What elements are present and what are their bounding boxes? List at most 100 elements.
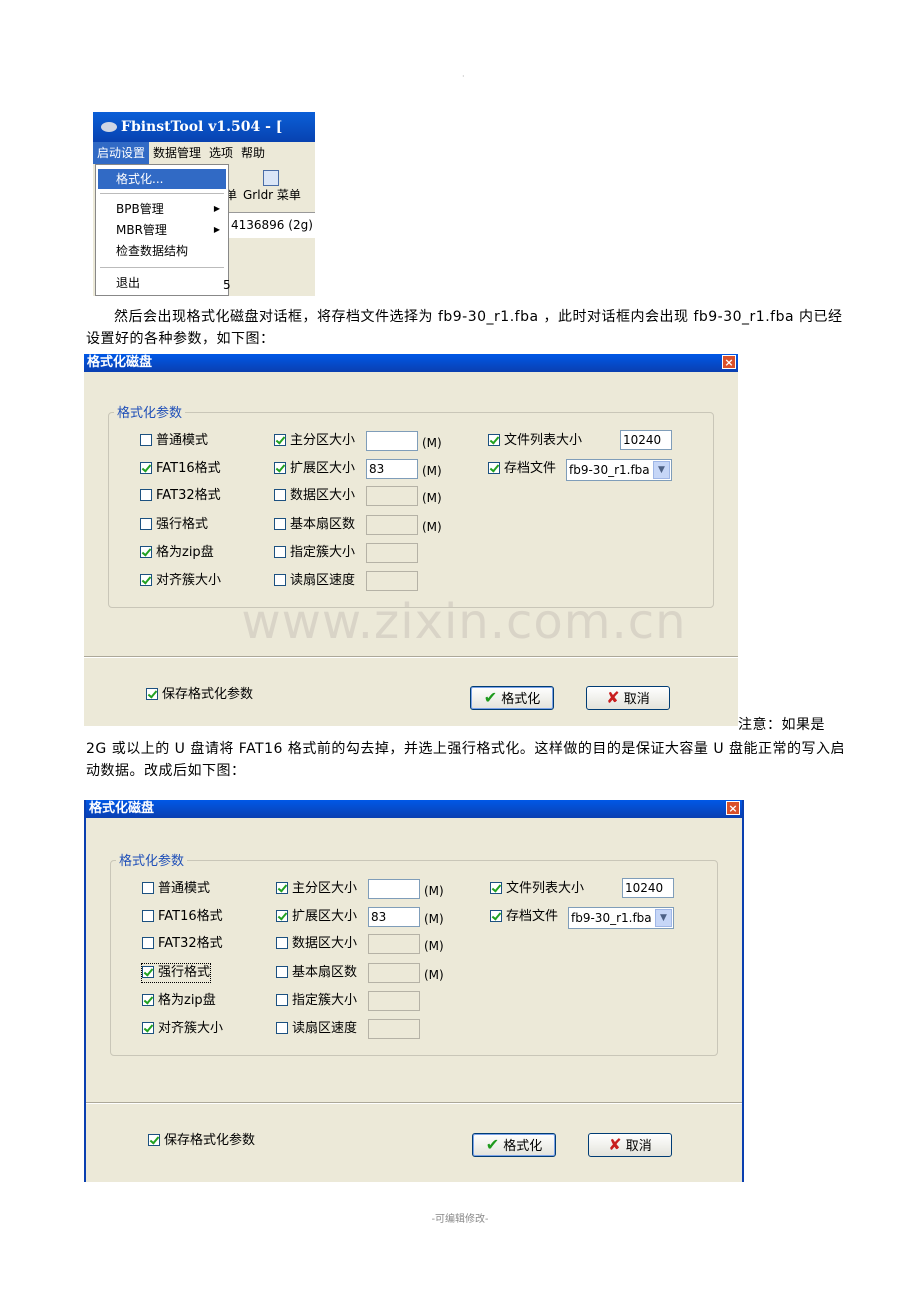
data-size-checkbox[interactable]: 数据区大小 <box>274 487 355 505</box>
cluster-size-checkbox[interactable]: 指定簇大小 <box>274 544 355 562</box>
primary-size-input[interactable] <box>368 879 420 899</box>
force-format-checkbox[interactable]: 强行格式 <box>140 516 208 534</box>
base-sectors-checkbox[interactable]: 基本扇区数 <box>274 516 355 534</box>
option-label: FAT32格式 <box>158 936 223 951</box>
file-list-size-checkbox[interactable]: 文件列表大小 <box>490 880 584 898</box>
cancel-button[interactable]: ✘ 取消 <box>588 1133 672 1157</box>
file-list-size-input[interactable]: 10240 <box>622 878 674 898</box>
archive-file-checkbox[interactable]: 存档文件 <box>490 908 558 926</box>
primary-size-input[interactable] <box>366 431 418 451</box>
close-icon[interactable]: × <box>726 801 740 815</box>
disk-icon <box>101 122 117 132</box>
format-button[interactable]: ✔ 格式化 <box>472 1133 556 1157</box>
menu-item-mbr-label: MBR管理 <box>116 223 167 237</box>
fat16-checkbox[interactable]: FAT16格式 <box>142 908 223 926</box>
checkbox-icon <box>276 1021 288 1034</box>
grldr-menu-button[interactable]: Grldr 菜单 <box>243 186 301 203</box>
save-params-checkbox[interactable]: 保存格式化参数 <box>146 686 253 704</box>
zip-disk-checkbox[interactable]: 格为zip盘 <box>142 992 216 1010</box>
option-label: 扩展区大小 <box>292 909 358 924</box>
fat32-checkbox[interactable]: FAT32格式 <box>142 935 223 953</box>
cancel-button[interactable]: ✘ 取消 <box>586 686 670 710</box>
save-params-checkbox[interactable]: 保存格式化参数 <box>148 1132 255 1150</box>
menu-data-management[interactable]: 数据管理 <box>149 142 205 164</box>
menu-boot-settings[interactable]: 启动设置 <box>93 142 150 164</box>
menubar: 启动设置 数据管理 选项 帮助 <box>93 142 315 164</box>
unit-label: (M) <box>422 520 442 534</box>
format-button-label: 格式化 <box>503 1139 543 1154</box>
cluster-size-checkbox[interactable]: 指定簇大小 <box>276 992 357 1010</box>
option-label: 普通模式 <box>156 433 209 448</box>
cancel-button-label: 取消 <box>623 692 650 707</box>
menu-help[interactable]: 帮助 <box>237 142 269 164</box>
menu-item-mbr[interactable]: MBR管理 ▶ <box>98 220 226 240</box>
unit-label: (M) <box>424 968 444 982</box>
fat32-checkbox[interactable]: FAT32格式 <box>140 487 221 505</box>
option-label: 对齐簇大小 <box>158 1021 224 1036</box>
option-label: 存档文件 <box>504 461 557 476</box>
close-icon[interactable]: × <box>722 355 736 369</box>
option-label: 格为zip盘 <box>158 993 216 1008</box>
force-format-checkbox[interactable]: 强行格式 <box>140 963 212 983</box>
align-cluster-checkbox[interactable]: 对齐簇大小 <box>140 572 221 590</box>
chevron-down-icon[interactable]: ▼ <box>653 461 670 479</box>
archive-file-checkbox[interactable]: 存档文件 <box>488 460 556 478</box>
file-list-size-input[interactable]: 10240 <box>620 430 672 450</box>
read-speed-checkbox[interactable]: 读扇区速度 <box>274 572 355 590</box>
option-label: 基本扇区数 <box>290 517 356 532</box>
extended-size-checkbox[interactable]: 扩展区大小 <box>276 908 357 926</box>
primary-size-checkbox[interactable]: 主分区大小 <box>274 432 355 450</box>
data-size-input[interactable] <box>366 486 418 506</box>
disk-list-row[interactable]: 4136896 (2g) <box>223 212 315 238</box>
extended-size-input[interactable]: 83 <box>368 907 420 927</box>
extended-size-input[interactable]: 83 <box>366 459 418 479</box>
checkbox-checked-icon <box>488 461 500 474</box>
read-speed-input[interactable] <box>366 571 418 591</box>
option-label: 存档文件 <box>506 909 559 924</box>
option-label: 指定簇大小 <box>290 545 356 560</box>
align-cluster-checkbox[interactable]: 对齐簇大小 <box>142 1020 223 1038</box>
menu-item-bpb[interactable]: BPB管理 ▶ <box>98 199 226 219</box>
checkbox-icon <box>142 909 154 922</box>
check-icon: ✔ <box>485 1135 500 1154</box>
option-label: 强行格式 <box>156 517 209 532</box>
normal-mode-checkbox[interactable]: 普通模式 <box>142 880 210 898</box>
chevron-down-icon[interactable]: ▼ <box>655 909 672 927</box>
extended-size-checkbox[interactable]: 扩展区大小 <box>274 460 355 478</box>
archive-file-select[interactable]: fb9-30_r1.fba ▼ <box>568 907 674 929</box>
boot-settings-dropdown: 格式化... BPB管理 ▶ MBR管理 ▶ 检查数据结构 退出 <box>95 164 229 296</box>
menu-item-exit[interactable]: 退出 <box>98 273 226 293</box>
watermark: www.zixin.com.cn <box>241 594 687 650</box>
base-sectors-input[interactable] <box>368 963 420 983</box>
read-speed-input[interactable] <box>368 1019 420 1039</box>
checkbox-checked-icon <box>140 573 152 586</box>
menu-item-format[interactable]: 格式化... <box>98 169 226 189</box>
checkbox-icon <box>274 488 286 501</box>
grldr-menu-icon[interactable] <box>263 170 279 186</box>
archive-file-select[interactable]: fb9-30_r1.fba ▼ <box>566 459 672 481</box>
cluster-size-input[interactable] <box>366 543 418 563</box>
cluster-size-input[interactable] <box>368 991 420 1011</box>
checkbox-checked-icon <box>488 433 500 446</box>
format-button[interactable]: ✔ 格式化 <box>470 686 554 710</box>
normal-mode-checkbox[interactable]: 普通模式 <box>140 432 208 450</box>
zip-disk-checkbox[interactable]: 格为zip盘 <box>140 544 214 562</box>
close-x-icon: ✘ <box>608 1135 622 1154</box>
base-sectors-input[interactable] <box>366 515 418 535</box>
menu-options[interactable]: 选项 <box>205 142 237 164</box>
checkbox-checked-icon <box>490 881 502 894</box>
unit-label: (M) <box>424 912 444 926</box>
fat16-checkbox[interactable]: FAT16格式 <box>140 460 221 478</box>
paragraph-2: 2G 或以上的 U 盘请将 FAT16 格式前的勾去掉，并选上强行格式化。这样做… <box>86 741 846 779</box>
base-sectors-checkbox[interactable]: 基本扇区数 <box>276 964 357 982</box>
option-label: 数据区大小 <box>292 936 358 951</box>
data-size-checkbox[interactable]: 数据区大小 <box>276 935 357 953</box>
option-label: 普通模式 <box>158 881 211 896</box>
read-speed-checkbox[interactable]: 读扇区速度 <box>276 1020 357 1038</box>
checkbox-icon <box>142 936 154 949</box>
file-list-size-checkbox[interactable]: 文件列表大小 <box>488 432 582 450</box>
menu-item-check-structure[interactable]: 检查数据结构 <box>98 241 226 261</box>
primary-size-checkbox[interactable]: 主分区大小 <box>276 880 357 898</box>
data-size-input[interactable] <box>368 934 420 954</box>
checkbox-checked-icon <box>142 1021 154 1034</box>
